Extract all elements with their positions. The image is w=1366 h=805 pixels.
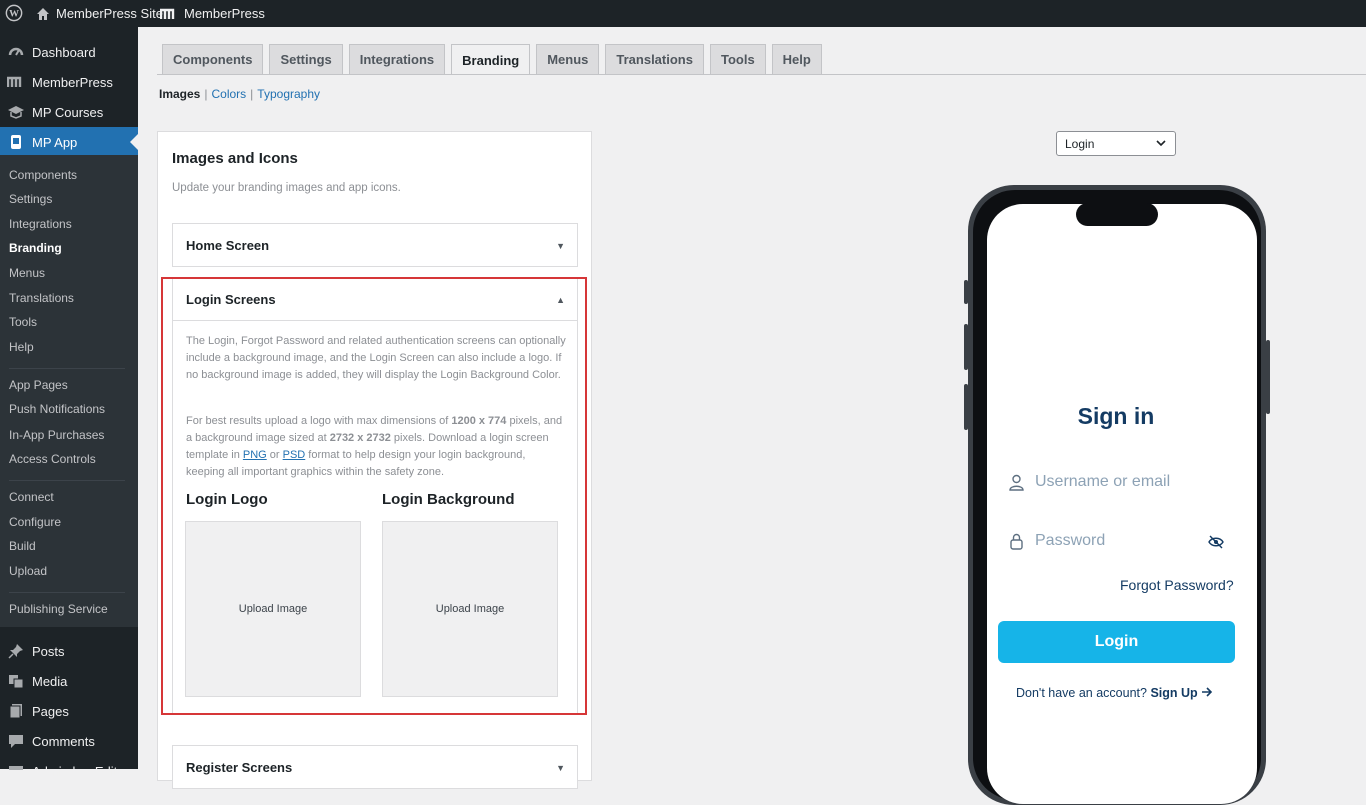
pin-icon	[6, 641, 26, 661]
sidebar-item-access-controls[interactable]: Access Controls	[9, 452, 96, 466]
courses-icon	[6, 102, 26, 122]
app-icon	[6, 132, 26, 152]
comments-icon	[6, 731, 26, 751]
branding-subnav: Images | Colors | Typography	[159, 87, 321, 101]
sidebar-item-build[interactable]: Build	[9, 539, 36, 553]
tab-divider	[157, 74, 1366, 75]
plugin-name: MemberPress	[184, 6, 265, 21]
phone-side-button	[1266, 340, 1270, 414]
memberpress-icon	[6, 72, 26, 92]
lock-icon	[1010, 533, 1023, 550]
sidebar-item-translations[interactable]: Translations	[9, 291, 74, 305]
media-icon	[6, 671, 26, 691]
admin-bar: W MemberPress Site MemberPress	[0, 0, 1366, 27]
tab-components[interactable]: Components	[162, 44, 264, 74]
memberpress-bar-link[interactable]: MemberPress	[160, 0, 265, 27]
sidebar-item-settings[interactable]: Settings	[9, 192, 52, 206]
panel-description: Update your branding images and app icon…	[172, 182, 401, 194]
section-heading: Register Screens	[186, 760, 293, 775]
tab-tools[interactable]: Tools	[709, 44, 766, 74]
sidebar-divider	[9, 480, 125, 481]
user-icon	[1009, 474, 1024, 491]
svg-text:W: W	[9, 9, 19, 20]
dashboard-icon	[6, 42, 26, 62]
mp-app-submenu: Components Settings Integrations Brandin…	[0, 155, 138, 627]
sidebar-divider	[9, 368, 125, 369]
sidebar-item-components[interactable]: Components	[9, 168, 77, 182]
dynamic-island	[1076, 203, 1158, 226]
settings-tabs: Components Settings Integrations Brandin…	[162, 44, 822, 75]
sidebar-item-menus[interactable]: Menus	[9, 266, 45, 280]
menu-media[interactable]: Media	[0, 666, 138, 696]
admin-sidebar: Dashboard MemberPress MP Courses MP App …	[0, 27, 138, 779]
site-home-link[interactable]: MemberPress Site	[36, 0, 163, 27]
preview-screen-select[interactable]: Login	[1056, 131, 1176, 156]
tab-menus[interactable]: Menus	[536, 44, 600, 74]
sidebar-item-publishing-service[interactable]: Publishing Service	[9, 602, 108, 616]
chevron-down-icon	[1156, 140, 1166, 147]
phone-screen	[987, 204, 1257, 804]
tab-translations[interactable]: Translations	[605, 44, 704, 74]
pages-icon	[6, 701, 26, 721]
sidebar-item-tools[interactable]: Tools	[9, 315, 37, 329]
menu-comments[interactable]: Comments	[0, 726, 138, 756]
signin-title: Sign in	[1077, 403, 1155, 429]
username-field[interactable]: Username or email	[1008, 473, 1170, 491]
expand-arrow-icon[interactable]: ▼	[556, 763, 565, 773]
signup-link[interactable]: Sign Up	[1150, 686, 1197, 700]
sidebar-item-integrations[interactable]: Integrations	[9, 217, 72, 231]
home-icon	[37, 7, 49, 20]
menu-posts[interactable]: Posts	[0, 636, 138, 666]
sidebar-item-help[interactable]: Help	[9, 340, 34, 354]
subnav-typography-link[interactable]: Typography	[257, 87, 320, 101]
panel-title: Images and Icons	[172, 150, 298, 167]
tab-settings[interactable]: Settings	[269, 44, 343, 74]
password-field[interactable]: Password	[1008, 532, 1105, 550]
login-button[interactable]: Login	[998, 621, 1235, 663]
memberpress-icon	[160, 8, 175, 19]
tab-help[interactable]: Help	[771, 44, 822, 74]
admin-bar-icon	[6, 761, 26, 781]
sidebar-divider	[9, 592, 125, 593]
menu-mp-courses[interactable]: MP Courses	[0, 97, 138, 127]
sidebar-item-connect[interactable]: Connect	[9, 490, 54, 504]
forgot-password-link[interactable]: Forgot Password?	[1120, 577, 1234, 593]
menu-admin-bar-editor[interactable]: Admin bar Editor	[0, 756, 138, 786]
sidebar-item-push-notifications[interactable]: Push Notifications	[9, 402, 105, 416]
eye-off-icon[interactable]	[1208, 534, 1224, 550]
wordpress-logo-icon[interactable]: W	[5, 4, 23, 22]
sidebar-item-in-app-purchases[interactable]: In-App Purchases	[9, 428, 104, 442]
sidebar-item-upload[interactable]: Upload	[9, 564, 47, 578]
highlight-box	[161, 277, 587, 715]
sidebar-item-app-pages[interactable]: App Pages	[9, 378, 68, 392]
arrow-right-icon	[1202, 687, 1213, 697]
signup-prompt: Don't have an account? Sign Up	[1016, 686, 1213, 700]
tab-integrations[interactable]: Integrations	[348, 44, 446, 74]
site-name: MemberPress Site	[56, 6, 163, 21]
subnav-colors-link[interactable]: Colors	[211, 87, 246, 101]
menu-mp-app[interactable]: MP App	[0, 127, 138, 157]
expand-arrow-icon[interactable]: ▼	[556, 241, 565, 251]
menu-pages[interactable]: Pages	[0, 696, 138, 726]
section-heading: Home Screen	[186, 238, 270, 253]
menu-memberpress[interactable]: MemberPress	[0, 67, 138, 97]
subnav-images: Images	[159, 87, 201, 101]
home-screen-section[interactable]: Home Screen ▼	[172, 223, 578, 267]
sidebar-item-configure[interactable]: Configure	[9, 515, 61, 529]
tab-branding[interactable]: Branding	[451, 44, 531, 75]
phone-frame	[968, 185, 1266, 805]
sidebar-item-branding[interactable]: Branding	[9, 241, 62, 255]
register-screens-section[interactable]: Register Screens ▼	[172, 745, 578, 789]
menu-dashboard[interactable]: Dashboard	[0, 37, 138, 67]
